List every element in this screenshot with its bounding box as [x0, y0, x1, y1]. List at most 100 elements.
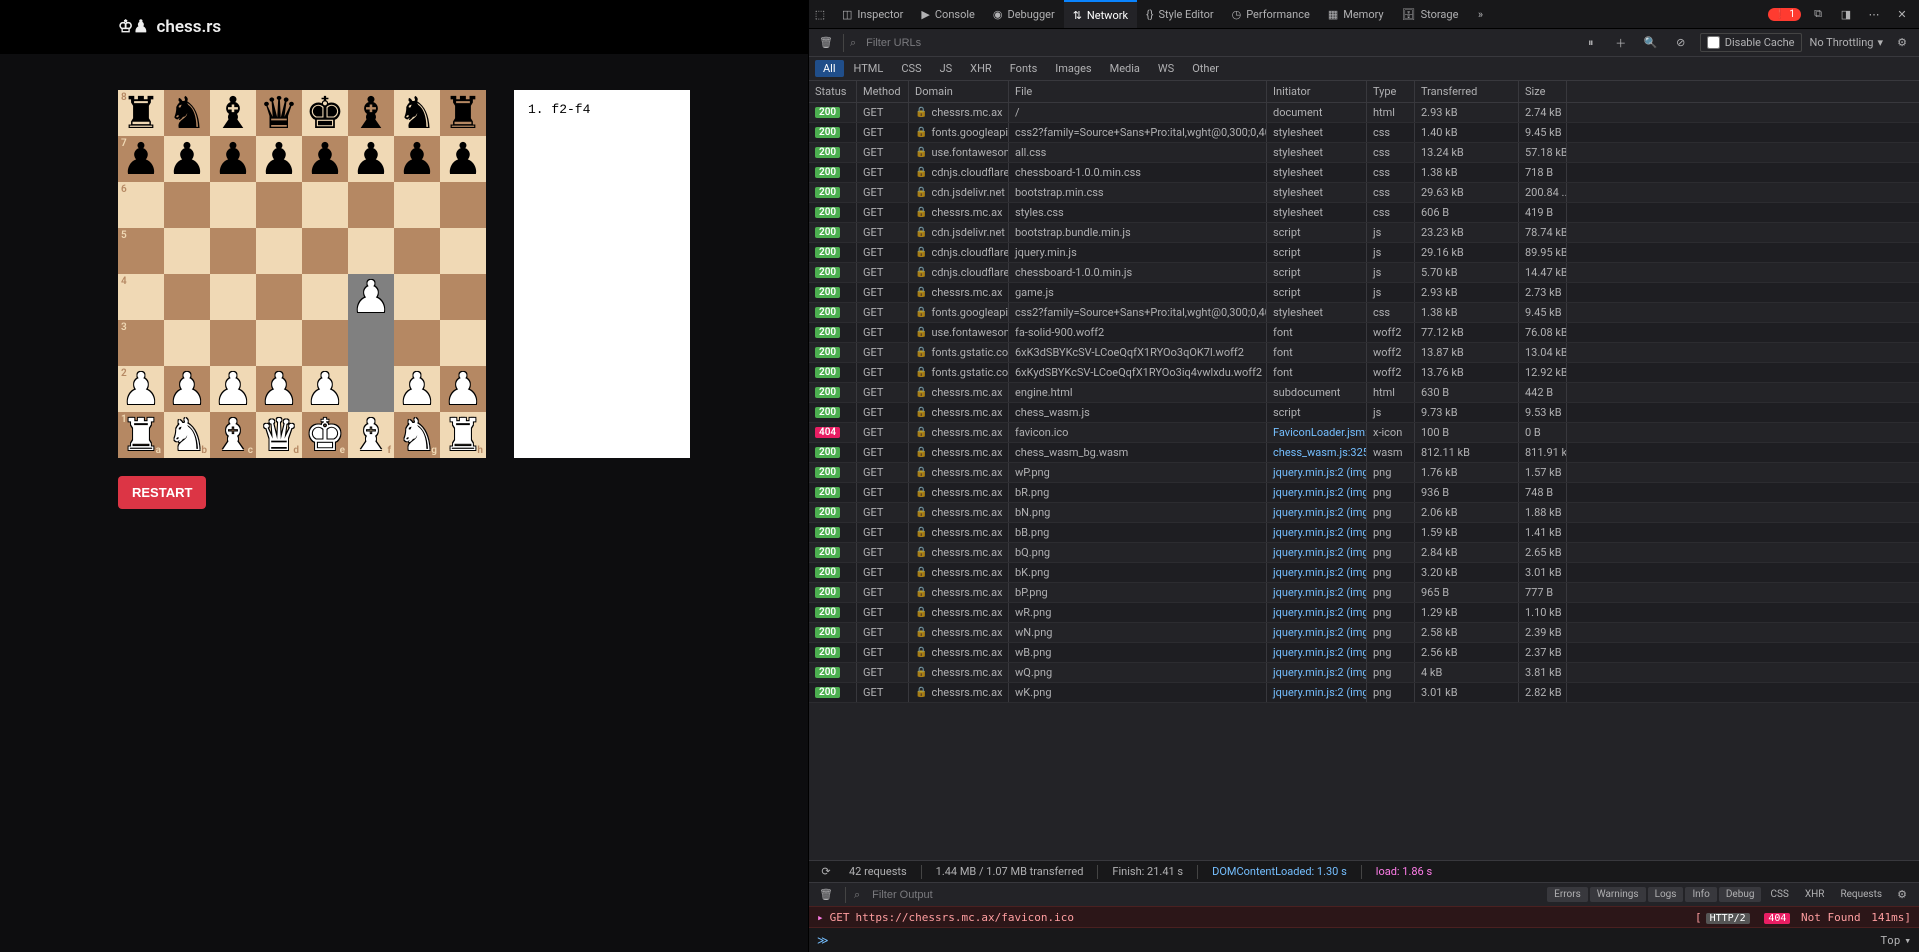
pick-element-icon[interactable]: ⬚: [809, 3, 831, 25]
piece[interactable]: ♞: [397, 91, 436, 135]
square-b1[interactable]: b♞: [164, 412, 210, 458]
square-d5[interactable]: [256, 228, 302, 274]
tab-network[interactable]: ⇅Network: [1064, 0, 1137, 28]
table-row[interactable]: 200GET🔒chessrs.mc.axbN.pngjquery.min.js:…: [809, 503, 1919, 523]
square-g4[interactable]: [394, 274, 440, 320]
piece[interactable]: ♜: [443, 91, 482, 135]
filter-ws[interactable]: WS: [1150, 60, 1182, 77]
square-a6[interactable]: 6: [118, 182, 164, 228]
filter-urls-input[interactable]: [862, 34, 1102, 52]
square-f6[interactable]: [348, 182, 394, 228]
console-scope[interactable]: Top▾: [1881, 934, 1912, 947]
filter-fonts[interactable]: Fonts: [1002, 60, 1046, 77]
table-row[interactable]: 200GET🔒chessrs.mc.axbQ.pngjquery.min.js:…: [809, 543, 1919, 563]
piece[interactable]: ♟: [443, 137, 482, 181]
add-icon[interactable]: ＋: [1610, 32, 1632, 54]
square-c8[interactable]: ♝: [210, 90, 256, 136]
tab-debugger[interactable]: ◉Debugger: [984, 0, 1064, 28]
square-f4[interactable]: ♟: [348, 274, 394, 320]
square-b4[interactable]: [164, 274, 210, 320]
square-c2[interactable]: ♟: [210, 366, 256, 412]
col-header[interactable]: [1567, 81, 1579, 102]
tab-memory[interactable]: ▦Memory: [1319, 0, 1393, 28]
piece[interactable]: ♟: [305, 137, 344, 181]
square-d2[interactable]: ♟: [256, 366, 302, 412]
console-filter-info[interactable]: Info: [1685, 887, 1716, 902]
piece[interactable]: ♟: [351, 275, 390, 319]
square-b6[interactable]: [164, 182, 210, 228]
square-e7[interactable]: ♟: [302, 136, 348, 182]
col-header[interactable]: Initiator: [1267, 81, 1367, 102]
table-row[interactable]: 200GET🔒chessrs.mc.axbK.pngjquery.min.js:…: [809, 563, 1919, 583]
piece[interactable]: ♝: [351, 413, 390, 457]
square-g8[interactable]: ♞: [394, 90, 440, 136]
square-g1[interactable]: g♞: [394, 412, 440, 458]
table-row[interactable]: 200GET🔒use.fontawesom...fa-solid-900.wof…: [809, 323, 1919, 343]
tab-inspector[interactable]: ◫Inspector: [833, 0, 912, 28]
piece[interactable]: ♟: [121, 367, 160, 411]
square-c4[interactable]: [210, 274, 256, 320]
square-h5[interactable]: [440, 228, 486, 274]
table-row[interactable]: 200GET🔒chessrs.mc.axwB.pngjquery.min.js:…: [809, 643, 1919, 663]
square-d6[interactable]: [256, 182, 302, 228]
square-b5[interactable]: [164, 228, 210, 274]
disable-cache-checkbox[interactable]: Disable Cache: [1700, 33, 1802, 52]
close-devtools-icon[interactable]: ✕: [1891, 3, 1913, 25]
piece[interactable]: ♝: [351, 91, 390, 135]
console-trash-icon[interactable]: 🗑: [815, 884, 837, 906]
reload-icon[interactable]: ⟳: [817, 865, 835, 878]
square-f1[interactable]: f♝: [348, 412, 394, 458]
square-a8[interactable]: 8♜: [118, 90, 164, 136]
table-row[interactable]: 200GET🔒fonts.googleapis....css2?family=S…: [809, 303, 1919, 323]
square-f2[interactable]: [348, 366, 394, 412]
square-g3[interactable]: [394, 320, 440, 366]
table-row[interactable]: 200GET🔒chessrs.mc.axwQ.pngjquery.min.js:…: [809, 663, 1919, 683]
square-e8[interactable]: ♚: [302, 90, 348, 136]
tab-performance[interactable]: ◷Performance: [1223, 0, 1319, 28]
console-filter-requests[interactable]: Requests: [1833, 887, 1889, 902]
more-icon[interactable]: ⋯: [1863, 3, 1885, 25]
filter-output-input[interactable]: [868, 886, 1068, 904]
tab-console[interactable]: ▶Console: [912, 0, 983, 28]
square-g7[interactable]: ♟: [394, 136, 440, 182]
table-row[interactable]: 200GET🔒chessrs.mc.axengine.htmlsubdocume…: [809, 383, 1919, 403]
piece[interactable]: ♟: [397, 367, 436, 411]
square-d1[interactable]: d♛: [256, 412, 302, 458]
piece[interactable]: ♞: [167, 91, 206, 135]
col-header[interactable]: Status: [809, 81, 857, 102]
console-filter-warnings[interactable]: Warnings: [1590, 887, 1646, 902]
col-header[interactable]: File: [1009, 81, 1267, 102]
col-header[interactable]: Method: [857, 81, 909, 102]
table-row[interactable]: 200GET🔒chessrs.mc.axchess_wasm_bg.wasmch…: [809, 443, 1919, 463]
tab-storage[interactable]: 🗄Storage: [1393, 0, 1468, 28]
square-c1[interactable]: c♝: [210, 412, 256, 458]
table-row[interactable]: 200GET🔒chessrs.mc.axwK.pngjquery.min.js:…: [809, 683, 1919, 703]
square-f5[interactable]: [348, 228, 394, 274]
table-row[interactable]: 200GET🔒chessrs.mc.axbP.pngjquery.min.js:…: [809, 583, 1919, 603]
square-h2[interactable]: ♟: [440, 366, 486, 412]
filter-html[interactable]: HTML: [846, 60, 892, 77]
piece[interactable]: ♟: [397, 137, 436, 181]
table-row[interactable]: 200GET🔒fonts.gstatic.com6xKydSBYKcSV-LCo…: [809, 363, 1919, 383]
piece[interactable]: ♚: [305, 91, 344, 135]
filter-css[interactable]: CSS: [893, 60, 929, 77]
network-table-body[interactable]: 200GET🔒chessrs.mc.ax/documenthtml2.93 kB…: [809, 103, 1919, 860]
square-d8[interactable]: ♛: [256, 90, 302, 136]
piece[interactable]: ♟: [167, 367, 206, 411]
table-row[interactable]: 200GET🔒chessrs.mc.axchess_wasm.jsscriptj…: [809, 403, 1919, 423]
console-request-row[interactable]: ▸ GET https://chessrs.mc.ax/favicon.ico …: [809, 906, 1919, 928]
square-a2[interactable]: 2♟: [118, 366, 164, 412]
table-row[interactable]: 200GET🔒chessrs.mc.axbB.pngjquery.min.js:…: [809, 523, 1919, 543]
square-f3[interactable]: [348, 320, 394, 366]
square-c6[interactable]: [210, 182, 256, 228]
filter-js[interactable]: JS: [932, 60, 961, 77]
console-filter-xhr[interactable]: XHR: [1798, 887, 1832, 902]
square-b3[interactable]: [164, 320, 210, 366]
square-g6[interactable]: [394, 182, 440, 228]
error-count-badge[interactable]: ❗1: [1768, 8, 1801, 21]
square-f7[interactable]: ♟: [348, 136, 394, 182]
square-c5[interactable]: [210, 228, 256, 274]
table-row[interactable]: 200GET🔒cdnjs.cloudflare.c...chessboard-1…: [809, 263, 1919, 283]
square-d3[interactable]: [256, 320, 302, 366]
square-e6[interactable]: [302, 182, 348, 228]
